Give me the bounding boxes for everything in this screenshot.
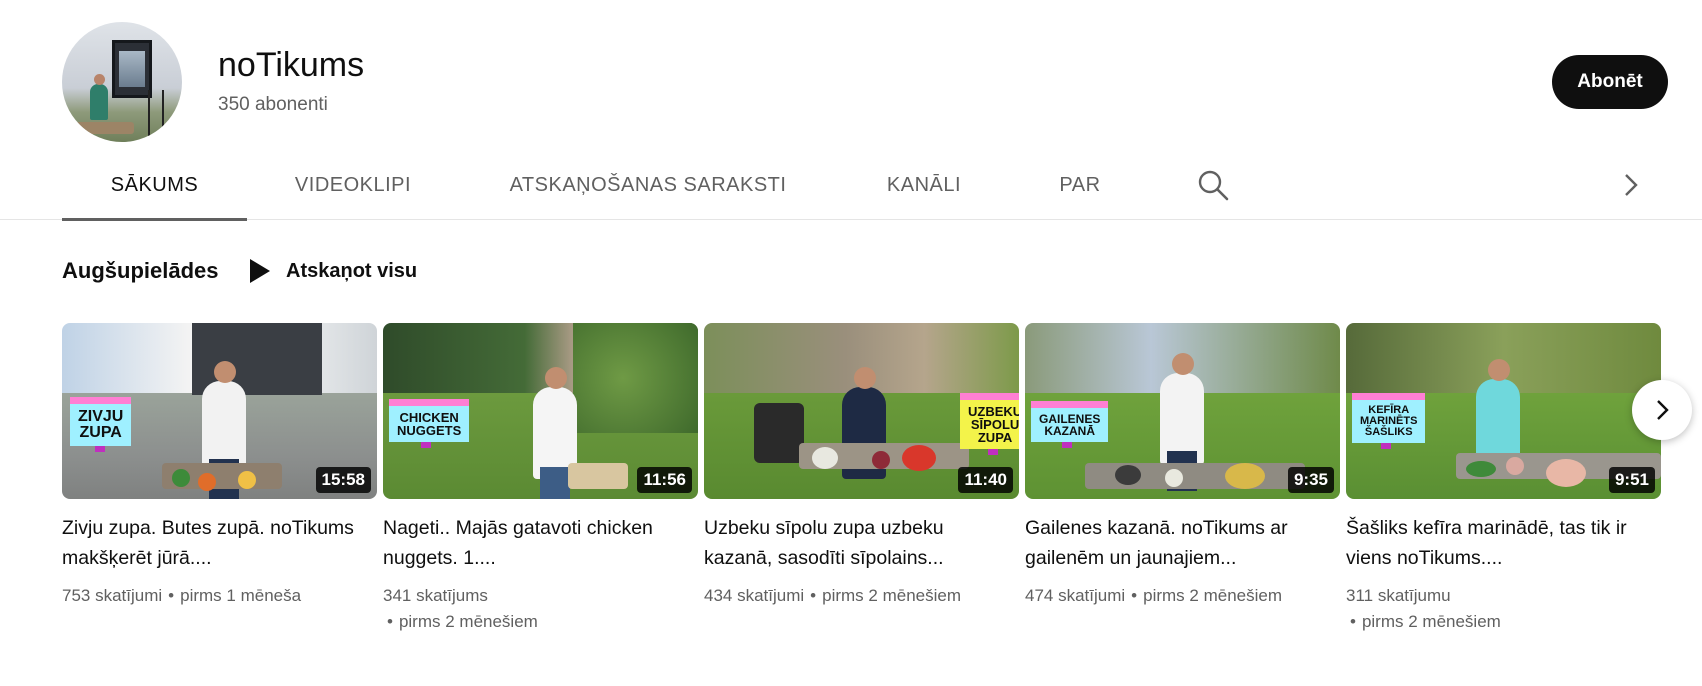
video-meta: 341 skatījums • pirms 2 mēnešiem <box>383 586 538 631</box>
avatar-person <box>90 74 108 120</box>
upload-age: pirms 2 mēnešiem <box>398 612 538 631</box>
video-card[interactable]: UZBEKU SĪPOLU ZUPA 11:40 Uzbeku sīpolu zup… <box>704 323 1019 609</box>
video-duration: 11:56 <box>637 467 692 493</box>
upload-age: pirms 2 mēnešiem <box>1143 586 1282 605</box>
play-icon <box>250 259 270 283</box>
thumbnail-badge: CHICKEN NUGGETS <box>389 399 470 448</box>
video-title[interactable]: Gailenes kazanā. noTikums ar gailenēm un… <box>1025 513 1325 573</box>
carousel-next-button[interactable] <box>1632 380 1692 440</box>
tab-videos[interactable]: VIDEOKLIPI <box>272 150 434 220</box>
video-thumbnail[interactable]: CHICKEN NUGGETS 11:56 <box>383 323 698 499</box>
video-thumbnail[interactable]: GAILENES KAZANĀ 9:35 <box>1025 323 1340 499</box>
channel-name: noTikums <box>218 46 365 84</box>
video-title[interactable]: Šašliks kefīra marinādē, tas tik ir vien… <box>1346 513 1646 573</box>
thumbnail-badge: UZBEKU SĪPOLU ZUPA <box>960 393 1019 455</box>
video-meta: 753 skatījumi • pirms 1 mēneša <box>62 586 302 605</box>
video-card[interactable]: GAILENES KAZANĀ 9:35 Gailenes kazanā. noT… <box>1025 323 1340 609</box>
tab-playlists[interactable]: ATSKAŅOŠANAS SARAKSTI <box>490 150 806 220</box>
view-count: 341 skatījums <box>383 586 488 605</box>
upload-age: pirms 1 mēneša <box>180 586 302 605</box>
video-meta: 434 skatījumi • pirms 2 mēnešiem <box>704 586 961 605</box>
avatar-window <box>112 40 152 98</box>
thumbnail-badge: KEFĪRA MARINĒTS ŠAŠLIKS <box>1352 393 1426 449</box>
upload-age: pirms 2 mēnešiem <box>822 586 961 605</box>
tab-about[interactable]: PAR <box>1040 150 1120 220</box>
play-all-button[interactable]: Atskaņot visu <box>250 252 417 290</box>
video-card[interactable]: CHICKEN NUGGETS 11:56 Nageti.. Majās gata… <box>383 323 698 635</box>
chevron-right-icon <box>1657 400 1669 420</box>
section-title: Augšupielādes <box>62 258 219 283</box>
upload-age: pirms 2 mēnešiem <box>1361 612 1501 631</box>
search-icon[interactable] <box>1196 168 1230 202</box>
video-card[interactable]: KEFĪRA MARINĒTS ŠAŠLIKS 9:51 Šašliks kefīr… <box>1346 323 1661 635</box>
subscribe-button[interactable]: Abonēt <box>1552 55 1668 109</box>
video-title[interactable]: Nageti.. Majās gatavoti chicken nuggets.… <box>383 513 683 573</box>
view-count: 311 skatījumu <box>1346 586 1451 605</box>
view-count: 753 skatījumi <box>62 586 163 605</box>
video-thumbnail[interactable]: KEFĪRA MARINĒTS ŠAŠLIKS 9:51 <box>1346 323 1661 499</box>
view-count: 474 skatījumi <box>1025 586 1126 605</box>
play-all-label: Atskaņot visu <box>286 259 418 282</box>
thumbnail-badge: ZIVJU ZUPA <box>70 397 132 452</box>
video-thumbnail[interactable]: UZBEKU SĪPOLU ZUPA 11:40 <box>704 323 1019 499</box>
channel-avatar[interactable] <box>62 22 182 142</box>
video-meta: 311 skatījumu • pirms 2 mēnešiem <box>1346 586 1501 631</box>
avatar-table <box>74 122 134 134</box>
channel-tabs: SĀKUMS VIDEOKLIPI ATSKAŅOŠANAS SARAKSTI … <box>0 150 1702 221</box>
view-count: 434 skatījumi <box>704 586 805 605</box>
video-card[interactable]: ZIVJU ZUPA 15:58 Zivju zupa. Butes zupā. … <box>62 323 377 609</box>
video-title[interactable]: Uzbeku sīpolu zupa uzbeku kazanā, sasodī… <box>704 513 1004 573</box>
video-duration: 9:51 <box>1608 467 1655 493</box>
subscriber-count: 350 abonenti <box>218 94 328 115</box>
tab-channels[interactable]: KANĀLI <box>866 150 982 220</box>
tab-home[interactable]: SĀKUMS <box>62 150 247 221</box>
avatar-tripod <box>148 90 164 140</box>
video-meta: 474 skatījumi • pirms 2 mēnešiem <box>1025 586 1282 605</box>
chevron-right-icon[interactable] <box>1614 168 1648 202</box>
thumbnail-badge: GAILENES KAZANĀ <box>1031 401 1109 448</box>
video-thumbnail[interactable]: ZIVJU ZUPA 15:58 <box>62 323 377 499</box>
channel-page: noTikums 350 abonenti Abonēt SĀKUMS VIDE… <box>0 0 1702 686</box>
video-title[interactable]: Zivju zupa. Butes zupā. noTikums makšķer… <box>62 513 362 573</box>
video-duration: 11:40 <box>958 467 1013 493</box>
video-duration: 15:58 <box>315 467 371 493</box>
video-duration: 9:35 <box>1287 467 1334 493</box>
